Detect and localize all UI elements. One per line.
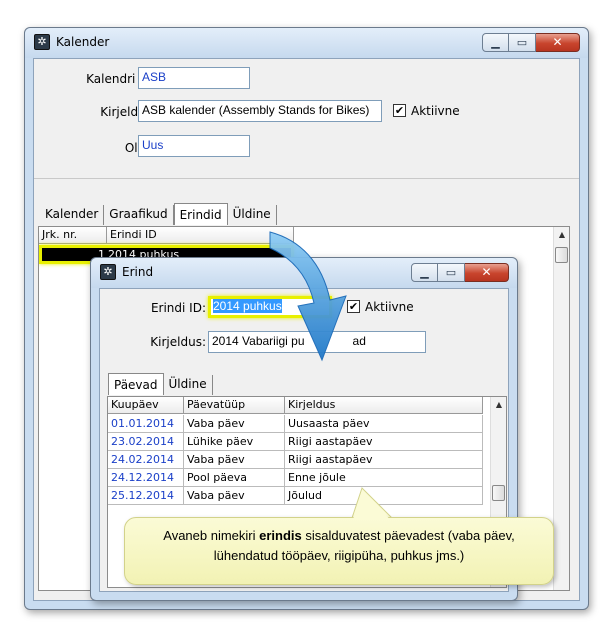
aktiivne-checkbox[interactable]: ✔ (347, 300, 360, 313)
separator (34, 178, 579, 179)
aktiivne-label: Aktiivne (365, 300, 414, 314)
aktiivne-label: Aktiivne (411, 104, 460, 118)
col-header-kuupaev[interactable]: Kuupäev (108, 397, 184, 414)
kalender-title: Kalender (56, 35, 110, 49)
window-buttons: ▁ ▭ ✕ (411, 263, 509, 282)
erindi-id-value: 2014 puhkus (213, 299, 282, 313)
cell-date: 23.02.2014 (108, 433, 184, 451)
minimize-icon: ▁ (420, 266, 429, 279)
minimize-button[interactable]: ▁ (482, 33, 509, 52)
tab-uldine[interactable]: Üldine (164, 375, 213, 395)
olek-input[interactable]: Uus (138, 135, 250, 157)
kirjeldus-label: Kirjeldus: (150, 335, 206, 349)
col-header-erindi-id[interactable]: Erindi ID (107, 227, 294, 244)
tab-paevad[interactable]: Päevad (108, 373, 164, 395)
kirjeldus-input[interactable]: 2014 Vabariigi pu ad (208, 331, 426, 353)
erindi-id-input[interactable]: 2014 puhkus (208, 296, 332, 318)
tab-erindid[interactable]: Erindid (173, 203, 228, 225)
app-icon: ✲ (100, 264, 116, 280)
kirjeldus-input[interactable]: ASB kalender (Assembly Stands for Bikes) (138, 100, 382, 122)
maximize-icon: ▭ (445, 266, 457, 279)
cell-type: Vaba päev (184, 451, 285, 469)
minimize-button[interactable]: ▁ (411, 263, 438, 282)
cell-desc: Jõulud (285, 487, 483, 505)
callout-text-bold: erindis (259, 528, 302, 543)
app-icon: ✲ (34, 34, 50, 50)
erind-tabs: Päevad Üldine (108, 373, 213, 395)
kalendri-id-input[interactable]: ASB (138, 67, 250, 89)
kalender-titlebar[interactable]: ✲ Kalender ▁ ▭ ✕ (25, 28, 588, 58)
erind-titlebar[interactable]: ✲ Erind ▁ ▭ ✕ (91, 258, 517, 288)
tab-graafikud[interactable]: Graafikud (104, 205, 174, 225)
info-callout: Avaneb nimekiri erindis sisalduvatest pä… (124, 517, 554, 585)
table-row[interactable]: 24.12.2014 Pool päeva Enne jõule (108, 469, 483, 487)
cell-desc: Uusaasta päev (285, 415, 483, 433)
cell-date: 01.01.2014 (108, 415, 184, 433)
erindi-id-label: Erindi ID: (150, 301, 206, 315)
cell-desc: Enne jõule (285, 469, 483, 487)
kalender-tabs: Kalender Graafikud Erindid Üldine (40, 203, 277, 225)
callout-text-1: Avaneb nimekiri (163, 528, 260, 543)
tab-kalender[interactable]: Kalender (40, 205, 105, 225)
maximize-button[interactable]: ▭ (438, 263, 465, 282)
scroll-up-icon[interactable]: ▲ (491, 400, 506, 409)
cell-date: 24.12.2014 (108, 469, 184, 487)
col-header-jrk[interactable]: Jrk. nr. (39, 227, 107, 244)
col-header-paevatuup[interactable]: Päevatüüp (184, 397, 285, 414)
window-buttons: ▁ ▭ ✕ (482, 33, 580, 52)
cell-date: 25.12.2014 (108, 487, 184, 505)
cell-date: 24.02.2014 (108, 451, 184, 469)
cell-type: Pool päeva (184, 469, 285, 487)
close-icon: ✕ (552, 35, 563, 49)
scroll-thumb[interactable] (492, 485, 505, 501)
close-icon: ✕ (481, 265, 492, 279)
tab-uldine[interactable]: Üldine (228, 205, 277, 225)
table-row[interactable]: 24.02.2014 Vaba päev Riigi aastapäev (108, 451, 483, 469)
kirjeldus-value-tail: ad (352, 334, 366, 348)
cell-desc: Riigi aastapäev (285, 451, 483, 469)
minimize-icon: ▁ (491, 36, 500, 49)
cell-type: Vaba päev (184, 487, 285, 505)
table-row[interactable]: 25.12.2014 Vaba päev Jõulud (108, 487, 483, 505)
scroll-up-icon[interactable]: ▲ (554, 230, 569, 239)
maximize-button[interactable]: ▭ (509, 33, 536, 52)
aktiivne-checkbox[interactable]: ✔ (393, 104, 406, 117)
scroll-thumb[interactable] (555, 247, 568, 263)
maximize-icon: ▭ (516, 36, 528, 49)
cell-type: Lühike päev (184, 433, 285, 451)
cell-desc: Riigi aastapäev (285, 433, 483, 451)
erind-title: Erind (122, 265, 154, 279)
cell-type: Vaba päev (184, 415, 285, 433)
table-row[interactable]: 23.02.2014 Lühike päev Riigi aastapäev (108, 433, 483, 451)
close-button[interactable]: ✕ (465, 263, 509, 282)
table-row[interactable]: 01.01.2014 Vaba päev Uusaasta päev (108, 415, 483, 433)
kalender-scrollbar[interactable]: ▲ (553, 227, 569, 590)
close-button[interactable]: ✕ (536, 33, 580, 52)
kirjeldus-value: 2014 Vabariigi pu (212, 334, 305, 348)
col-header-kirjeldus[interactable]: Kirjeldus (285, 397, 483, 414)
